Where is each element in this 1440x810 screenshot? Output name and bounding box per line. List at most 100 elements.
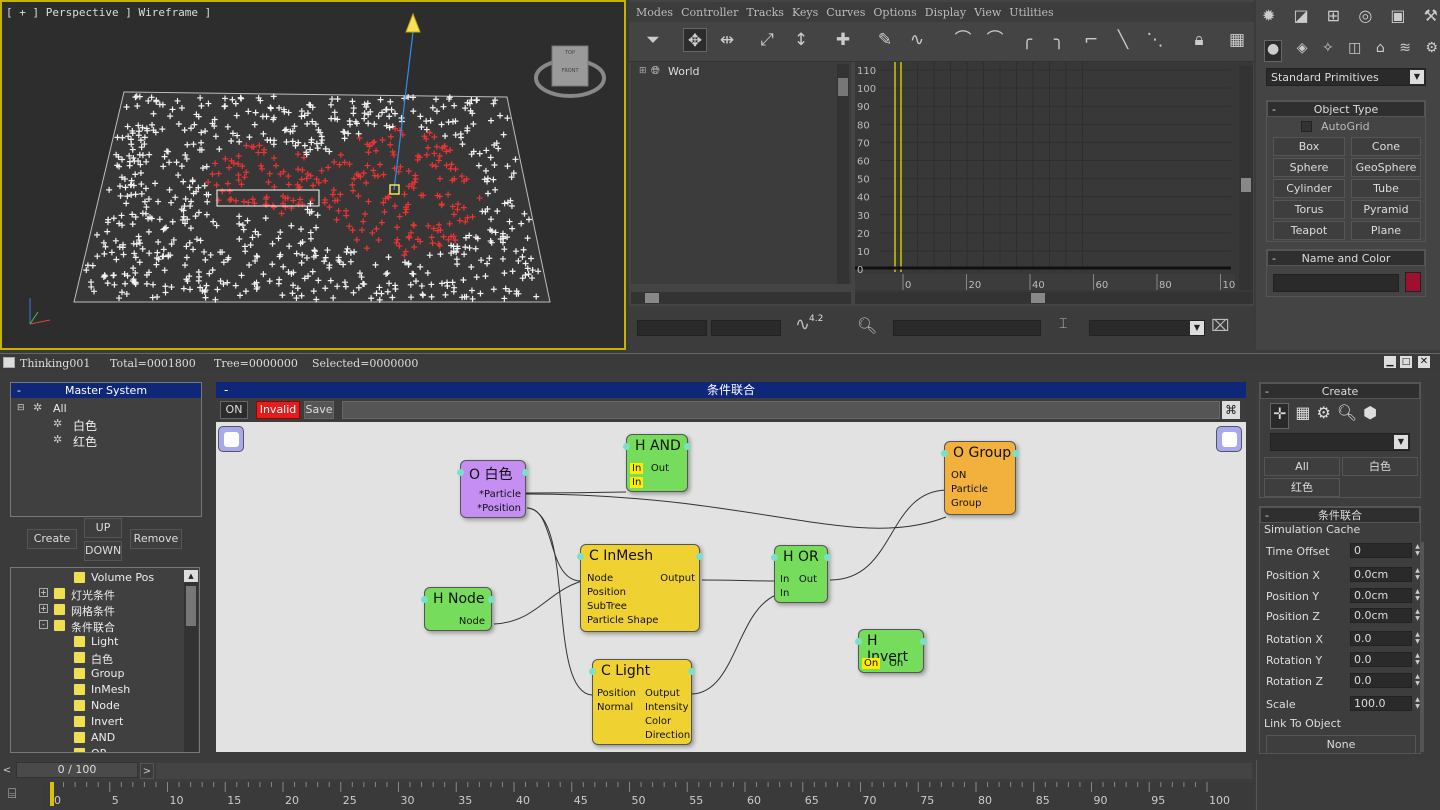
scale-values-icon[interactable]: ↕: [789, 28, 813, 52]
menu-utilities[interactable]: Utilities: [1006, 2, 1058, 22]
chevron-down-icon[interactable]: ▼: [1190, 321, 1204, 335]
property-field[interactable]: 0.0cm: [1350, 588, 1412, 603]
on-toggle[interactable]: ON: [220, 401, 248, 419]
tangent-custom-icon[interactable]: ⌒: [983, 28, 1007, 52]
chevron-down-icon[interactable]: ▼: [1410, 70, 1424, 84]
node-group-output[interactable]: O Group ON Particle Group: [941, 441, 1019, 515]
object-type-header[interactable]: - Object Type: [1267, 101, 1425, 117]
object-name-field[interactable]: [1273, 274, 1399, 292]
output-pin[interactable]: [824, 554, 831, 561]
tree-item[interactable]: Light: [11, 634, 183, 650]
tree-item[interactable]: OR: [11, 746, 183, 752]
tree-toggle-icon[interactable]: -: [39, 620, 48, 629]
box-button[interactable]: Box: [1273, 137, 1345, 156]
menu-curves[interactable]: Curves: [823, 2, 870, 22]
property-field[interactable]: 0: [1350, 543, 1412, 558]
plane-button[interactable]: Plane: [1351, 221, 1421, 240]
add-keys-icon[interactable]: ✚: [831, 28, 855, 52]
link-object-button[interactable]: None: [1266, 735, 1416, 754]
pyramid-button[interactable]: Pyramid: [1351, 200, 1421, 219]
menu-keys[interactable]: Keys: [789, 2, 823, 22]
property-field[interactable]: 100.0: [1350, 696, 1412, 711]
name-color-header[interactable]: - Name and Color: [1267, 250, 1425, 266]
time-track[interactable]: [156, 763, 1252, 779]
minimize-button[interactable]: ▁: [1384, 356, 1396, 368]
systems-icon[interactable]: ⚙: [1425, 40, 1438, 62]
lock-tangents-icon[interactable]: 🔒︎: [1187, 28, 1211, 52]
key-value-field[interactable]: [711, 320, 781, 336]
display-tab-icon[interactable]: ▣: [1390, 6, 1405, 28]
filter-white-button[interactable]: 白色: [1342, 457, 1418, 476]
tangent-smooth-icon[interactable]: ⋱: [1143, 28, 1167, 52]
output-pin[interactable]: [684, 443, 691, 450]
maximize-button[interactable]: □: [1400, 356, 1412, 368]
property-field[interactable]: 0.0: [1350, 673, 1412, 688]
output-pin[interactable]: [688, 668, 695, 675]
output-pin[interactable]: [1012, 450, 1019, 457]
graph-hscrollbar[interactable]: [855, 292, 1253, 304]
tree-item[interactable]: + 网格条件: [11, 602, 183, 618]
tangent-auto-icon[interactable]: ⌒: [951, 28, 975, 52]
input-pin[interactable]: [421, 596, 428, 603]
input-pin[interactable]: [623, 443, 630, 450]
create-header[interactable]: - Create: [1260, 383, 1420, 399]
hierarchy-tab-icon[interactable]: ⊞: [1327, 6, 1340, 28]
up-button[interactable]: UP: [84, 518, 122, 538]
tree-item[interactable]: Node: [11, 698, 183, 714]
output-pin[interactable]: [696, 553, 703, 560]
filter-icon[interactable]: ⏷: [641, 28, 665, 52]
autogrid-checkbox[interactable]: [1301, 121, 1312, 132]
tangent-fast-icon[interactable]: ╭: [1015, 28, 1039, 52]
cone-button[interactable]: Cone: [1351, 137, 1421, 156]
motion-tab-icon[interactable]: ◎: [1358, 6, 1372, 28]
output-pin[interactable]: [522, 469, 529, 476]
track-set-dropdown[interactable]: ▼: [1089, 320, 1205, 336]
operator-tree[interactable]: Volume Pos + 灯光条件 + 网格条件 - 条件联合 Light 白色 Group InM…: [10, 567, 200, 753]
input-pin[interactable]: [941, 450, 948, 457]
tube-button[interactable]: Tube: [1351, 179, 1421, 198]
tree-item[interactable]: Invert: [11, 714, 183, 730]
input-pin[interactable]: [589, 668, 596, 675]
property-field[interactable]: 0.0cm: [1350, 608, 1412, 623]
perspective-viewport[interactable]: TOP FRONT [ + ] Perspective ] Wireframe …: [0, 0, 626, 350]
layout-icon[interactable]: ⌘: [1222, 401, 1240, 419]
tree-item[interactable]: AND: [11, 730, 183, 746]
input-pin[interactable]: [855, 638, 862, 645]
move-keys-icon[interactable]: ✥: [683, 28, 707, 52]
condition-header[interactable]: - 条件联合: [1260, 507, 1420, 523]
tree-item[interactable]: InMesh: [11, 682, 183, 698]
utilities-tab-icon[interactable]: ⚒: [1424, 6, 1438, 28]
tree-item[interactable]: Group: [11, 666, 183, 682]
create-button[interactable]: Create: [27, 529, 77, 549]
curve-icon[interactable]: ∿: [795, 314, 810, 335]
prev-frame-icon[interactable]: <: [0, 763, 14, 779]
tree-toggle-icon[interactable]: +: [39, 604, 48, 613]
cube-icon[interactable]: ⬢: [1363, 403, 1377, 429]
primitive-type-dropdown[interactable]: Standard Primitives ▼: [1266, 68, 1426, 86]
output-pin[interactable]: [920, 638, 927, 645]
invalid-button[interactable]: Invalid: [256, 401, 300, 419]
node-or[interactable]: H OR In In Out: [771, 545, 831, 603]
input-pin[interactable]: [577, 553, 584, 560]
tree-expand-icon[interactable]: ⊞: [639, 66, 647, 76]
spelling-icon[interactable]: ⌶: [1059, 316, 1067, 332]
search-icon[interactable]: 🔍︎: [1337, 403, 1357, 429]
add-node-icon[interactable]: ✛: [1270, 403, 1290, 429]
slide-keys-icon[interactable]: ⇹: [715, 28, 739, 52]
zoom-icon[interactable]: 🔍︎: [857, 316, 877, 335]
node-white-output[interactable]: O 白色 *Particle *Position: [457, 460, 529, 518]
spacewarps-icon[interactable]: ≋: [1399, 40, 1411, 62]
create-type-dropdown[interactable]: ▼: [1270, 433, 1410, 451]
teapot-button[interactable]: Teapot: [1273, 221, 1345, 240]
torus-button[interactable]: Torus: [1273, 200, 1345, 219]
close-icon[interactable]: ✕: [1418, 356, 1430, 368]
filter-all-button[interactable]: All: [1264, 457, 1340, 476]
sphere-button[interactable]: Sphere: [1273, 158, 1345, 177]
panel-scrollbar[interactable]: [1421, 542, 1424, 752]
time-slider[interactable]: 0 / 100: [16, 762, 138, 778]
lights-icon[interactable]: ✧: [1322, 40, 1334, 62]
tree-item[interactable]: 白色: [11, 650, 183, 666]
input-pin[interactable]: [457, 469, 464, 476]
controller-tree[interactable]: ⊞ 🌐︎ World: [631, 62, 851, 284]
shapes-icon[interactable]: ◈: [1297, 40, 1308, 62]
